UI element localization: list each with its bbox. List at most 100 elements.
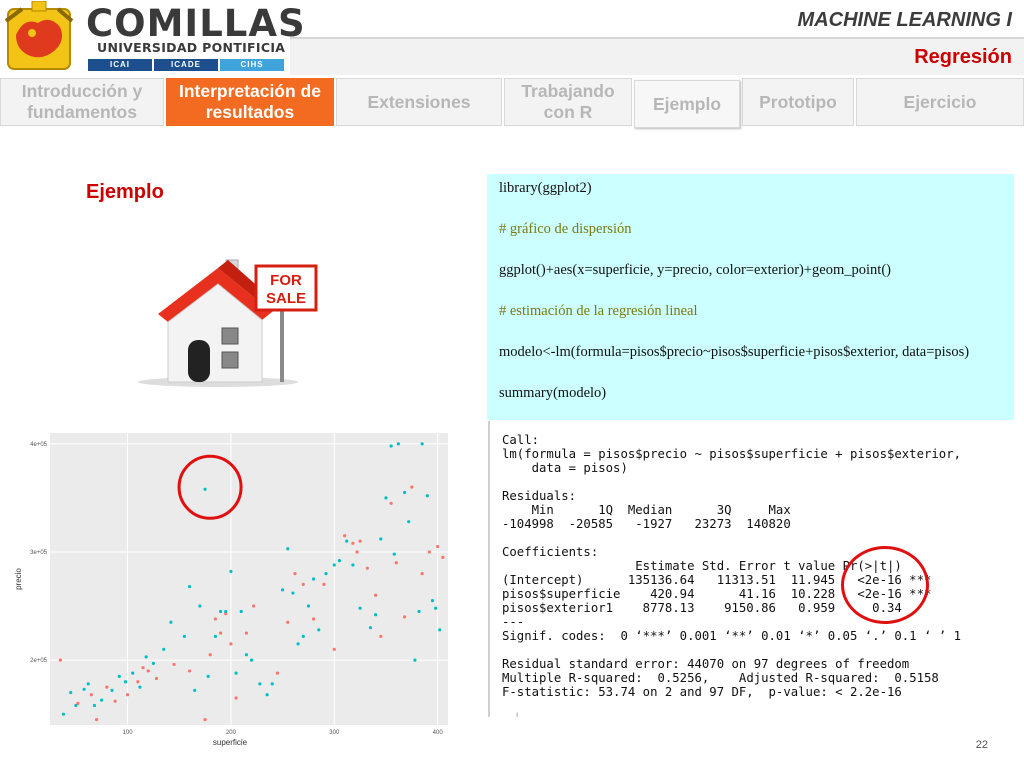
console-line: Multiple R-squared: 0.5256, Adjusted R-s…	[502, 671, 939, 685]
scatter-point-exterior-0	[146, 669, 150, 673]
console-line: data = pisos)	[502, 461, 628, 475]
scatter-point-exterior-1	[312, 577, 316, 581]
scatter-point-exterior-0	[154, 676, 159, 681]
plot-panel	[50, 433, 448, 725]
console-line: Min 1Q Median 3Q Max	[502, 503, 791, 517]
scatter-point-exterior-0	[312, 617, 316, 621]
scatter-point-exterior-0	[355, 550, 359, 554]
console-line: Signif. codes: 0 ‘***’ 0.001 ‘**’ 0.01 ‘…	[502, 629, 962, 643]
house-for-sale-icon: FOR SALE	[138, 259, 318, 387]
scatter-point-exterior-1	[138, 685, 142, 689]
scatter-point-exterior-1	[193, 688, 197, 692]
console-line: Estimate Std. Error t value Pr(>|t|)	[502, 559, 902, 573]
logo-band-icade: ICADE	[154, 59, 218, 71]
scatter-point-exterior-1	[407, 520, 411, 524]
r-code-box: library(ggplot2) # gráfico de dispersión…	[487, 174, 1014, 420]
scatter-point-exterior-0	[427, 550, 431, 554]
scatter-point-exterior-0	[402, 615, 407, 619]
scatter-point-exterior-1	[239, 609, 243, 614]
tab-ejemplo[interactable]: Ejemplo	[634, 80, 740, 128]
university-logo: COMILLAS UNIVERSIDAD PONTIFICIA ICAI ICA…	[0, 0, 305, 75]
scatter-point-exterior-0	[351, 541, 355, 545]
tab-prototipo[interactable]: Prototipo	[742, 78, 854, 126]
code-line-1: library(ggplot2)	[499, 180, 592, 196]
page-number: 22	[975, 739, 988, 751]
scatter-point-exterior-1	[82, 687, 86, 691]
scatter-point-exterior-0	[136, 680, 140, 684]
x-tick-label: 200	[226, 730, 237, 736]
slide-title: Ejemplo	[86, 181, 164, 203]
scatter-point-exterior-1	[413, 658, 417, 662]
scatter-point-exterior-0	[436, 544, 440, 549]
scatter-point-exterior-0	[286, 620, 290, 624]
console-line: lm(formula = pisos$precio ~ pisos$superf…	[502, 447, 962, 461]
scatter-point-exterior-0	[94, 717, 99, 722]
console-line: ---	[502, 615, 525, 629]
scatter-point-exterior-1	[218, 609, 223, 614]
scatter-point-exterior-0	[113, 699, 117, 703]
scatter-point-exterior-1	[86, 682, 90, 686]
scatter-point-exterior-1	[379, 537, 383, 541]
tab-interpretacion[interactable]: Interpretación de resultados	[166, 78, 334, 126]
y-tick-label: 3e+05	[30, 550, 48, 556]
scatter-point-exterior-0	[293, 571, 297, 576]
scatter-point-exterior-1	[270, 682, 274, 686]
scatter-point-exterior-1	[144, 655, 148, 659]
console-line: pisos$exterior1 8778.13 9150.86 0.959 0.…	[502, 601, 902, 615]
scatter-point-exterior-0	[332, 647, 336, 651]
scatter-point-exterior-1	[280, 588, 285, 592]
scatter-point-exterior-1	[258, 682, 262, 686]
tab-extensiones[interactable]: Extensiones	[336, 78, 502, 126]
scatter-point-exterior-0	[187, 669, 192, 673]
code-line-4: summary(modelo)	[499, 385, 607, 401]
scatter-point-exterior-1	[358, 606, 362, 610]
scatter-point-exterior-0	[358, 539, 362, 543]
scatter-point-exterior-1	[244, 653, 249, 657]
scatter-point-exterior-1	[213, 634, 218, 638]
scatter-point-exterior-1	[433, 606, 438, 610]
scatter-point-exterior-1	[402, 490, 407, 495]
tab-ejercicio[interactable]: Ejercicio	[856, 78, 1024, 126]
scatter-point-exterior-1	[384, 496, 388, 500]
console-line: Residual standard error: 44070 on 97 deg…	[502, 657, 910, 671]
scatter-point-exterior-1	[187, 584, 192, 589]
logo-band-icai: ICAI	[88, 59, 152, 71]
scatter-point-exterior-1	[249, 658, 254, 662]
code-comment-2: # estimación de la regresión lineal	[499, 303, 698, 319]
scatter-point-exterior-0	[379, 634, 383, 638]
scatter-point-exterior-0	[389, 501, 393, 505]
scatter-point-exterior-1	[420, 442, 424, 446]
tab-introduccion[interactable]: Introducción y fundamentos	[0, 78, 164, 126]
logo-title: COMILLAS	[86, 2, 306, 45]
console-line: Coefficients:	[502, 545, 599, 559]
scatter-point-exterior-0	[234, 696, 238, 700]
scatter-point-exterior-0	[420, 571, 424, 576]
scatter-point-exterior-1	[265, 693, 269, 697]
x-tick-label: 300	[329, 730, 340, 736]
scatter-point-exterior-1	[131, 671, 135, 675]
for-sale-line2: SALE	[266, 290, 306, 307]
pvalue-highlight-circle	[841, 546, 929, 624]
code-line-2: ggplot()+aes(x=superficie, y=precio, col…	[499, 262, 891, 278]
console-line: Call:	[502, 433, 540, 447]
scatter-point-exterior-0	[343, 534, 347, 538]
scatter-point-exterior-1	[286, 547, 290, 551]
scatter-point-exterior-1	[229, 569, 233, 574]
scatter-point-exterior-0	[275, 671, 280, 675]
topic-title: Regresión	[914, 46, 1012, 68]
scatter-point-exterior-0	[229, 642, 233, 646]
y-axis-label: precio	[14, 568, 23, 590]
scatter-point-exterior-1	[301, 634, 305, 638]
tab-trabajando-con-r[interactable]: Trabajando con R	[504, 78, 632, 126]
scatter-point-exterior-1	[392, 552, 396, 556]
scatter-point-exterior-1	[351, 563, 355, 567]
scatter-point-exterior-1	[162, 647, 166, 651]
scatter-point-exterior-1	[425, 494, 429, 498]
scatter-point-exterior-1	[206, 674, 210, 678]
scatter-point-exterior-0	[441, 555, 445, 559]
scatter-point-exterior-1	[123, 680, 128, 684]
scatter-point-exterior-1	[306, 604, 311, 608]
for-sale-line1: FOR	[270, 272, 302, 289]
scatter-point-exterior-1	[317, 628, 321, 632]
scatter-point-exterior-0	[394, 561, 398, 565]
